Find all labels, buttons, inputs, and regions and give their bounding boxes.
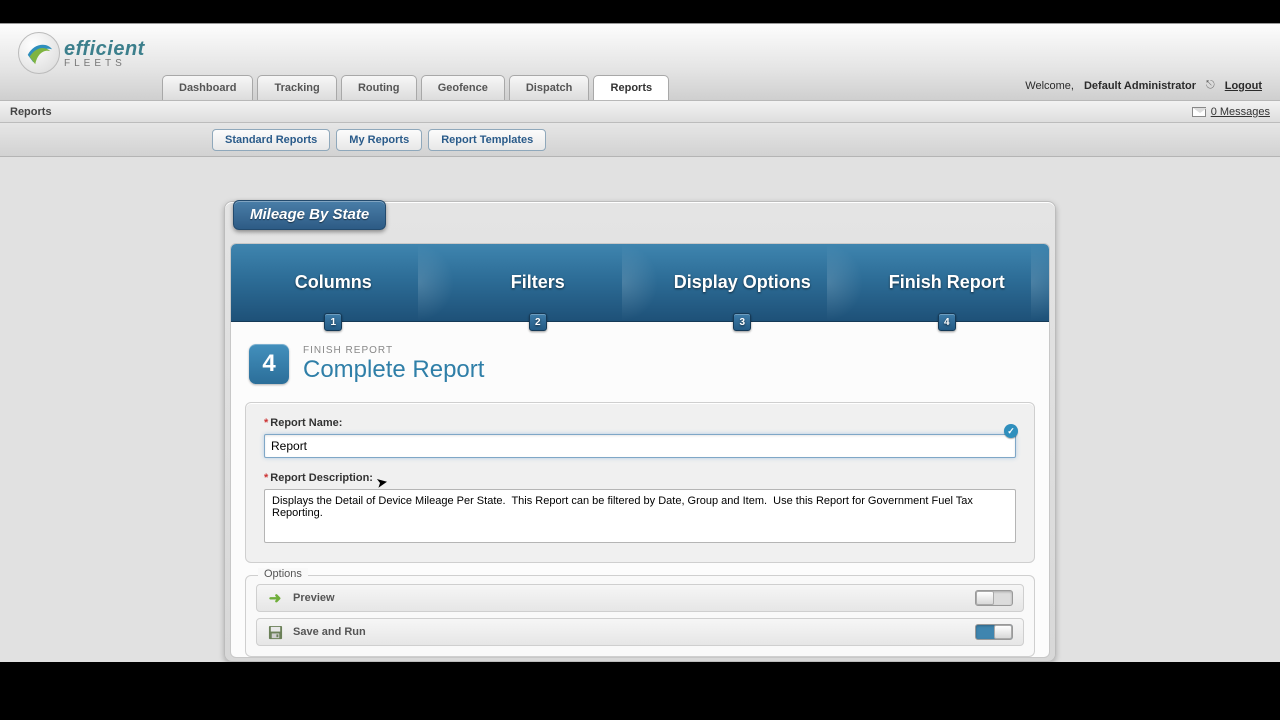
- step-number-badge: 4: [249, 344, 289, 384]
- subtab-my-reports[interactable]: My Reports: [336, 129, 422, 151]
- messages-count: 0 Messages: [1211, 106, 1270, 118]
- tab-tracking[interactable]: Tracking: [257, 75, 336, 100]
- option-preview-label: Preview: [293, 592, 335, 604]
- subtab-standard-reports[interactable]: Standard Reports: [212, 129, 330, 151]
- wizard-step-filters[interactable]: Filters 2: [436, 244, 641, 321]
- wizard-step-display-options[interactable]: Display Options 3: [640, 244, 845, 321]
- messages-link[interactable]: 0 Messages: [1192, 106, 1270, 118]
- required-marker: *: [264, 472, 268, 484]
- breadcrumb: Reports: [10, 106, 52, 118]
- tab-dispatch[interactable]: Dispatch: [509, 75, 589, 100]
- valid-check-icon: ✓: [1004, 424, 1018, 438]
- report-description-label: *Report Description:: [264, 472, 1016, 484]
- wizard-step-label: Display Options: [674, 272, 811, 293]
- preview-toggle[interactable]: [975, 590, 1013, 606]
- sub-tab-bar: Standard Reports My Reports Report Templ…: [0, 123, 1280, 157]
- app-header: efficient FLEETS Dashboard Tracking Rout…: [0, 24, 1280, 101]
- step-heading: 4 FINISH REPORT Complete Report: [231, 322, 1049, 396]
- logo-mark-icon: [18, 32, 60, 74]
- report-form: *Report Name: ✓ *Report Description: Dis…: [245, 402, 1035, 563]
- report-name-input[interactable]: [264, 434, 1016, 458]
- option-save-run-label: Save and Run: [293, 626, 366, 638]
- content-area: Mileage By State Columns 1 Filters 2 Dis…: [0, 157, 1280, 662]
- wizard-step-finish-report[interactable]: Finish Report 4: [845, 244, 1050, 321]
- welcome-area: Welcome, Default Administrator ⎋ Logout: [1025, 79, 1262, 92]
- required-marker: *: [264, 417, 268, 429]
- arrow-right-icon: ➜: [267, 590, 283, 606]
- wizard-step-columns[interactable]: Columns 1: [231, 244, 436, 321]
- save-icon: [267, 624, 283, 640]
- tab-reports[interactable]: Reports: [593, 75, 669, 100]
- breadcrumb-bar: Reports 0 Messages: [0, 101, 1280, 123]
- main-tabs: Dashboard Tracking Routing Geofence Disp…: [162, 75, 669, 100]
- report-name-label: *Report Name:: [264, 417, 1016, 429]
- report-panel: Mileage By State Columns 1 Filters 2 Dis…: [224, 201, 1056, 662]
- step-eyebrow: FINISH REPORT: [303, 345, 484, 356]
- logout-link[interactable]: Logout: [1225, 80, 1262, 92]
- option-preview: ➜ Preview: [256, 584, 1024, 612]
- welcome-username: Default Administrator: [1084, 80, 1196, 92]
- app-window: efficient FLEETS Dashboard Tracking Rout…: [0, 23, 1280, 662]
- tab-routing[interactable]: Routing: [341, 75, 417, 100]
- wizard-step-number-3: 3: [733, 313, 751, 331]
- subtab-report-templates[interactable]: Report Templates: [428, 129, 546, 151]
- wizard-step-number-2: 2: [529, 313, 547, 331]
- save-run-toggle[interactable]: [975, 624, 1013, 640]
- wizard-steps: Columns 1 Filters 2 Display Options 3 Fi…: [231, 244, 1049, 322]
- tab-dashboard[interactable]: Dashboard: [162, 75, 253, 100]
- wizard-step-number-1: 1: [324, 313, 342, 331]
- options-fieldset: Options ➜ Preview Save and Run: [245, 575, 1035, 657]
- wizard-step-label: Columns: [295, 272, 372, 293]
- logout-icon: ⎋: [1206, 79, 1215, 92]
- brand-text: efficient FLEETS: [64, 38, 145, 69]
- panel-body: Columns 1 Filters 2 Display Options 3 Fi…: [230, 243, 1050, 658]
- brand-logo: efficient FLEETS: [18, 32, 145, 74]
- panel-title: Mileage By State: [233, 200, 386, 230]
- wizard-step-label: Finish Report: [889, 272, 1005, 293]
- wizard-step-number-4: 4: [938, 313, 956, 331]
- tab-geofence[interactable]: Geofence: [421, 75, 505, 100]
- welcome-prefix: Welcome,: [1025, 80, 1074, 92]
- step-title: Complete Report: [303, 356, 484, 384]
- options-legend: Options: [258, 568, 308, 580]
- mail-icon: [1192, 107, 1206, 117]
- option-save-and-run: Save and Run: [256, 618, 1024, 646]
- wizard-step-label: Filters: [511, 272, 565, 293]
- report-description-input[interactable]: Displays the Detail of Device Mileage Pe…: [264, 489, 1016, 543]
